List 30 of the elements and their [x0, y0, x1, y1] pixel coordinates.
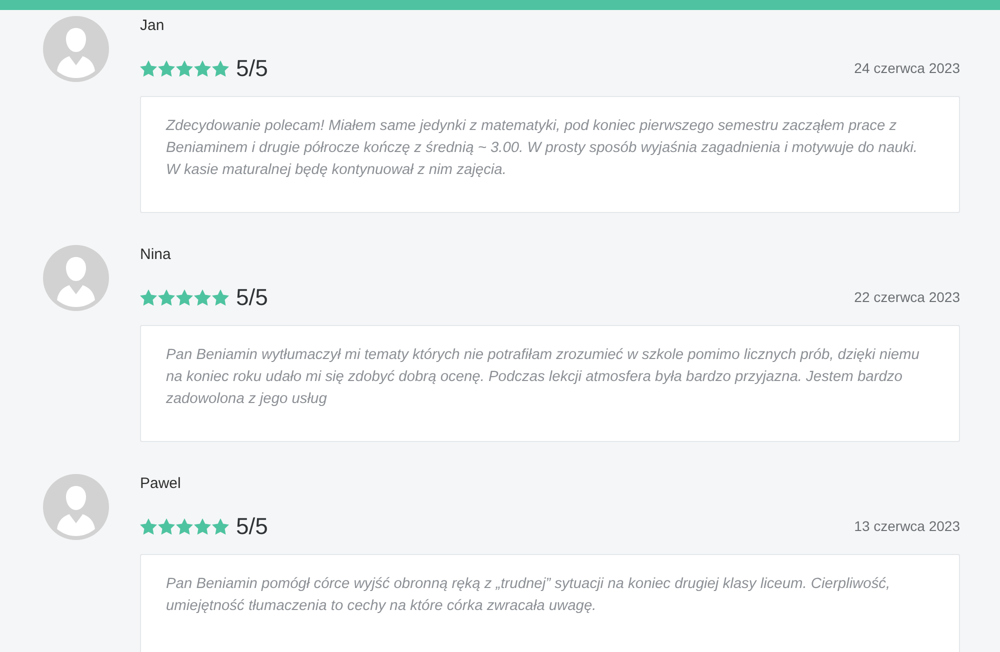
- star-icon: [176, 60, 193, 76]
- star-icon: [212, 518, 229, 534]
- star-icon: [194, 518, 211, 534]
- review-text: Pan Beniamin pomógł córce wyjść obronną ręką z „trudnej” sytuacji na koniec drugiej klasy liceum. Cierpliwość, umiejętność tłumaczenia to cechy na które córka zwracała uwagę.: [166, 575, 892, 616]
- review-date: 13 czerwca 2023: [854, 518, 960, 534]
- review-date: 24 czerwca 2023: [854, 60, 960, 76]
- reviewer-name: Jan: [140, 16, 164, 36]
- star-icon: [194, 60, 211, 76]
- star-icon: [158, 60, 175, 76]
- star-icon: [212, 60, 229, 76]
- rating-score: 5/5: [236, 55, 268, 81]
- review-date: 22 czerwca 2023: [854, 289, 960, 305]
- reviewer-name: Pawel: [140, 474, 181, 494]
- avatar-icon: [43, 245, 109, 311]
- rating-score: 5/5: [236, 284, 268, 310]
- avatar-icon: [43, 16, 109, 82]
- rating-score: 5/5: [236, 513, 268, 539]
- star-icon: [194, 288, 211, 306]
- star-icon: [176, 288, 193, 306]
- review-text: Pan Beniamin wytłumaczył mi tematy których nie potrafiłam zrozumieć w szkole pomimo licznych prób, dzięki niemu na koniec roku udało mi się zdobyć dobrą ocenę. Podczas lekcji atmosfera była bardzo przyjazna. Jestem bardzo zadowolona z jego usług: [166, 346, 920, 409]
- reviewer-name: Nina: [140, 245, 171, 265]
- star-icon: [212, 288, 229, 306]
- avatar-icon: [43, 474, 109, 540]
- star-icon: [140, 60, 157, 76]
- star-icon: [158, 288, 175, 306]
- star-icon: [140, 288, 157, 306]
- star-icon: [140, 518, 157, 534]
- star-icon: [176, 518, 193, 534]
- star-icon: [158, 518, 175, 534]
- review-text: Zdecydowanie polecam! Miałem same jedynki z matematyki, pod koniec pierwszego semestru zacząłem prace z Beniaminem i drugie półrocze kończę z średnią ~ 3.00. W prosty sposób wyjaśnia zagadnienia i motywuje do nauki. W kasie maturalnej będę kontynuował z nim zajęcia.: [166, 117, 919, 180]
